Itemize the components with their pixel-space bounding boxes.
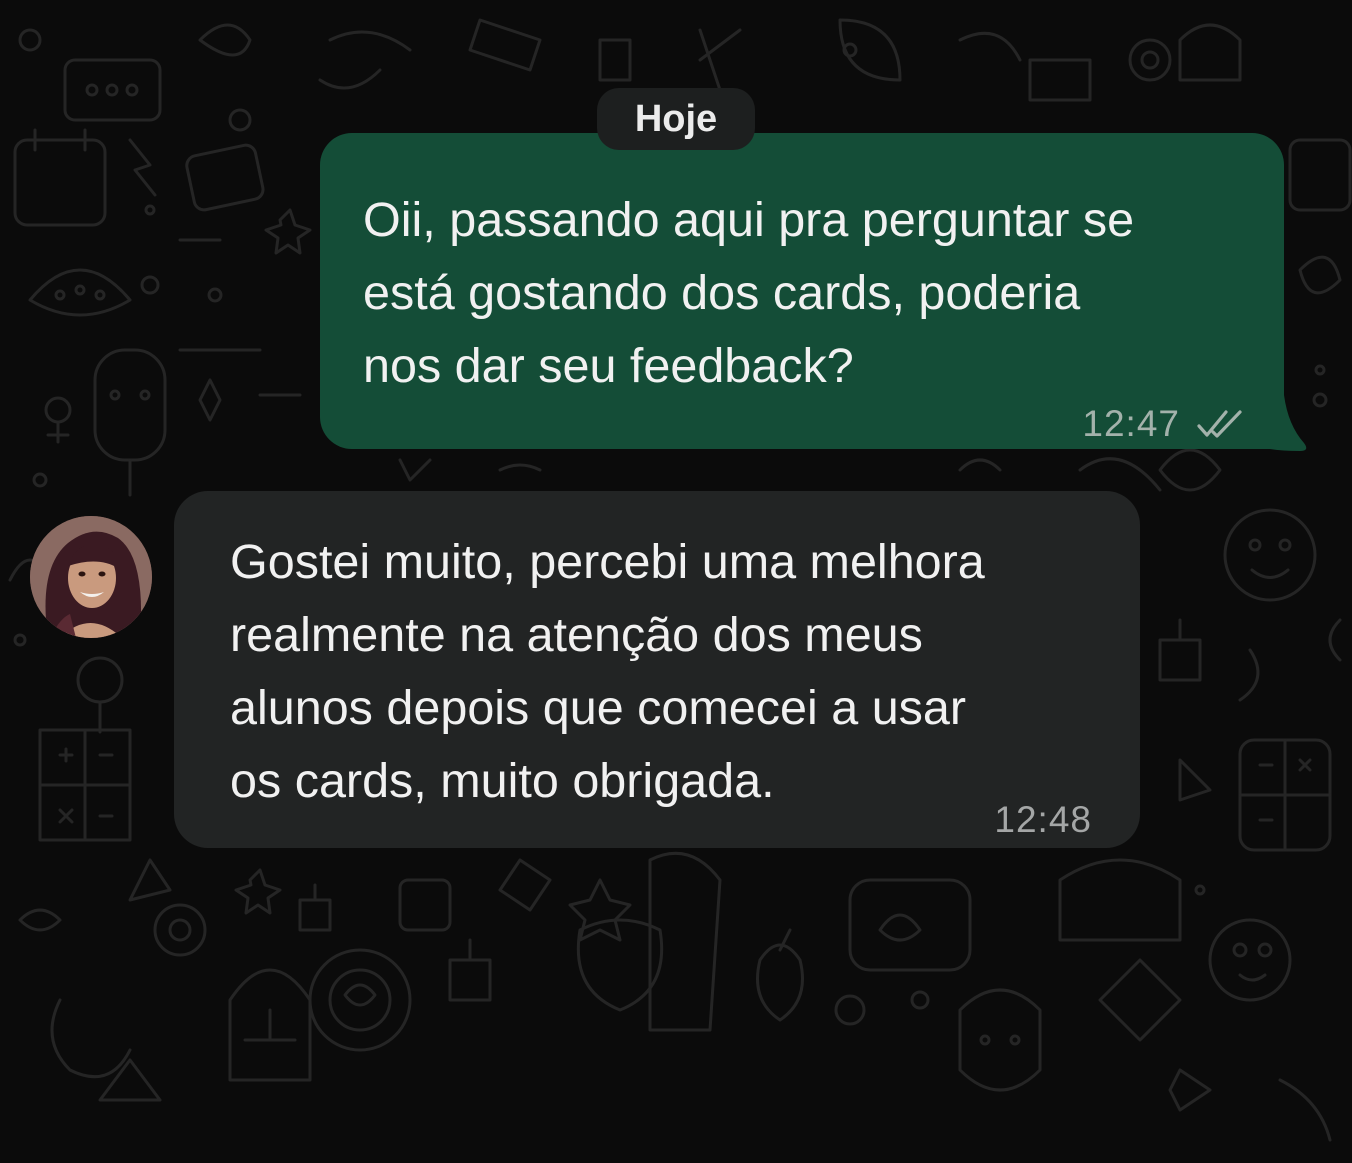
outgoing-message-bubble[interactable]: Oii, passando aqui pra perguntar se está… — [320, 133, 1284, 449]
incoming-message-bubble[interactable]: Gostei muito, percebi uma melhora realme… — [174, 491, 1140, 848]
message-meta: 12:48 — [994, 783, 1092, 856]
message-meta: 12:47 — [1082, 387, 1244, 460]
message-text: Gostei muito, percebi uma melhora realme… — [230, 535, 985, 808]
double-check-icon — [1197, 409, 1242, 438]
message-time: 12:48 — [994, 799, 1092, 840]
message-text: Oii, passando aqui pra perguntar se está… — [363, 193, 1135, 393]
contact-avatar[interactable] — [30, 516, 152, 638]
message-time: 12:47 — [1082, 403, 1180, 444]
date-separator: Hoje — [597, 88, 755, 150]
